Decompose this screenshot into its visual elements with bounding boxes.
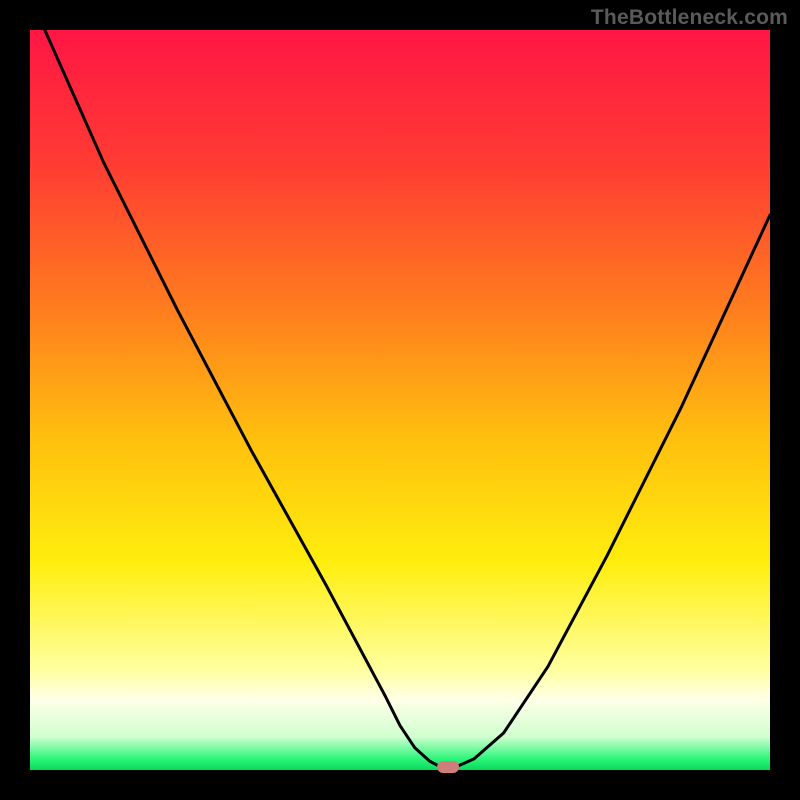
gradient-background	[30, 30, 770, 770]
chart-svg	[0, 0, 800, 800]
watermark-text: TheBottleneck.com	[591, 6, 788, 30]
chart-stage: TheBottleneck.com	[0, 0, 800, 800]
optimum-marker	[437, 761, 459, 773]
